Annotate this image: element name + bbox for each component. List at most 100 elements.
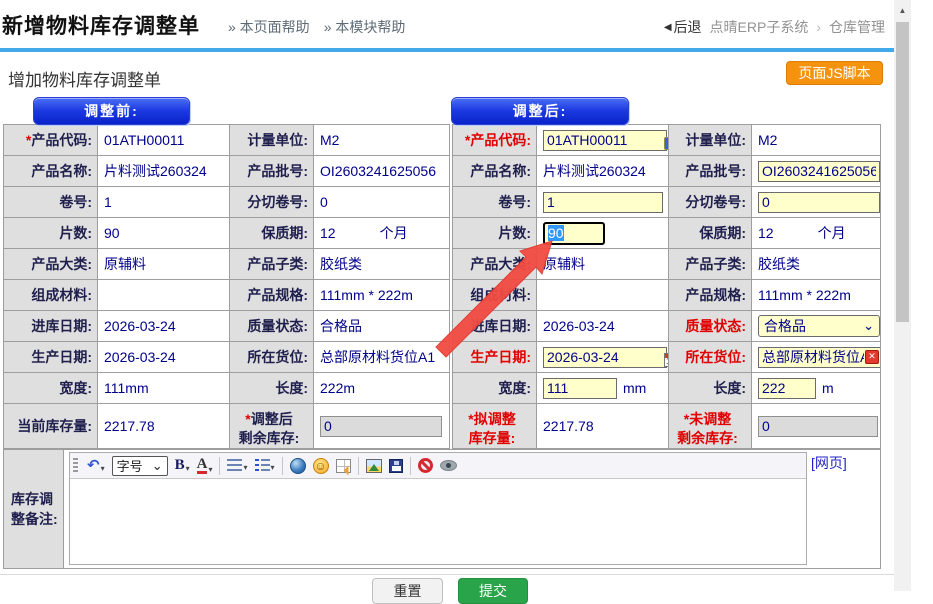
field-label: 产品大类:: [453, 249, 536, 279]
field-label: 片数:: [4, 218, 97, 248]
field-value: 12个月: [752, 218, 880, 248]
width-input[interactable]: [543, 378, 617, 399]
field-value: 胶纸类: [314, 249, 449, 279]
preview-button[interactable]: [440, 460, 457, 471]
slit-roll-number-input[interactable]: [758, 192, 880, 213]
field-label: 产品批号:: [230, 156, 313, 186]
pieces-input-focused[interactable]: 90: [543, 222, 605, 245]
scrollbar-thumb[interactable]: [896, 22, 909, 322]
tab-after-adjustment[interactable]: 调整后:: [451, 97, 629, 125]
field-label: 计量单位:: [230, 125, 313, 155]
reset-button[interactable]: 重置: [372, 578, 443, 604]
table-edit-icon: [336, 459, 351, 473]
emoticon-button[interactable]: ☺: [313, 458, 329, 474]
editor-webpage-mode-link[interactable]: [网页]: [811, 453, 847, 473]
unadjusted-remaining-readonly-input[interactable]: [758, 416, 878, 437]
field-value: 2217.78: [98, 404, 229, 448]
field-label-required: *产品代码:: [453, 125, 536, 155]
align-button[interactable]: ▾: [227, 459, 247, 472]
page-header-title: 新增物料库存调整单: [2, 10, 200, 40]
field-label: 当前库存量:: [4, 404, 97, 448]
field-label: *产品代码:: [4, 125, 97, 155]
field-label: 分切卷号:: [669, 187, 751, 217]
batch-number-input[interactable]: [758, 161, 880, 182]
field-value: m: [752, 373, 880, 403]
paste-block-button[interactable]: [418, 458, 433, 473]
drag-handle-icon[interactable]: [73, 458, 78, 474]
field-label: 长度:: [669, 373, 751, 403]
field-label: 分切卷号:: [230, 187, 313, 217]
field-label-required: *未调整 剩余库存:: [669, 404, 751, 448]
field-value: [314, 404, 449, 448]
length-input[interactable]: [758, 378, 816, 399]
field-label: 产品批号:: [669, 156, 751, 186]
field-label: 产品规格:: [230, 280, 313, 310]
globe-link-icon: [290, 458, 306, 474]
editor-content-area[interactable]: [70, 479, 806, 564]
field-value: 2026-03-24: [98, 342, 229, 372]
field-label: 进库日期:: [4, 311, 97, 341]
field-label-required: 所在货位:: [669, 342, 751, 372]
breadcrumb-separator: ›: [816, 19, 821, 35]
field-value: 90: [537, 218, 668, 248]
page-help-link[interactable]: » 本页面帮助: [228, 17, 310, 37]
scrollbar-up-arrow-icon[interactable]: ▲: [894, 2, 911, 18]
undo-button[interactable]: ↶▾: [87, 458, 105, 473]
field-value: 2026-03-24: [537, 311, 668, 341]
chevron-down-icon: ⌄: [152, 458, 163, 474]
field-value: 片料测试260324: [98, 156, 229, 186]
calendar-icon[interactable]: 15: [664, 353, 668, 367]
product-code-input[interactable]: [543, 130, 667, 151]
roll-number-input[interactable]: [543, 192, 663, 213]
form-title: 增加物料库存调整单: [8, 66, 161, 91]
submit-button[interactable]: 提交: [458, 578, 528, 604]
font-color-button[interactable]: A▾: [197, 457, 213, 474]
field-value: 15: [537, 342, 668, 372]
field-value: 222m: [314, 373, 449, 403]
ordered-list-button[interactable]: ▾: [255, 459, 275, 472]
clear-location-icon[interactable]: ✕: [865, 350, 879, 364]
storage-location-input[interactable]: [758, 347, 880, 368]
ordered-list-icon: [255, 459, 270, 472]
toolbar-divider: [358, 457, 359, 475]
notes-row: 库存调整备注: ↶▾ 字号⌄ B▾ A▾ ▾ ▾ ☺: [3, 449, 881, 569]
field-label-required: 生产日期:: [453, 342, 536, 372]
breadcrumb-current[interactable]: 仓库管理: [829, 17, 885, 37]
field-value: 胶纸类: [752, 249, 880, 279]
undo-icon: ↶: [87, 458, 100, 473]
chevron-down-icon: ⌄: [863, 318, 874, 334]
eye-icon: [440, 460, 457, 471]
module-help-link[interactable]: » 本模块帮助: [324, 17, 406, 37]
after-adjustment-table: *产品代码: ✔ 计量单位: M2 产品名称: 片料测试260324 产品批号:…: [452, 124, 881, 449]
back-button[interactable]: ◀ 后退: [664, 17, 702, 37]
product-picker-icon[interactable]: ✔: [664, 137, 668, 150]
field-label: 卷号:: [4, 187, 97, 217]
field-label: 质量状态:: [230, 311, 313, 341]
field-label: 保质期:: [230, 218, 313, 248]
field-label: 组成材料:: [453, 280, 536, 310]
production-date-input[interactable]: [543, 347, 667, 368]
breadcrumb-parent[interactable]: 点晴ERP子系统: [710, 17, 809, 37]
quality-status-select[interactable]: 合格品 ⌄: [758, 315, 880, 337]
edit-table-button[interactable]: [336, 459, 351, 473]
tab-before-adjustment[interactable]: 调整前:: [33, 97, 190, 125]
align-icon: [227, 459, 242, 472]
field-value: [537, 187, 668, 217]
breadcrumb: ◀ 后退 点晴ERP子系统 › 仓库管理: [664, 17, 885, 37]
hyperlink-button[interactable]: [290, 458, 306, 474]
insert-image-button[interactable]: [366, 459, 382, 473]
before-adjustment-table: *产品代码: 01ATH00011 计量单位: M2 产品名称: 片料测试260…: [3, 124, 450, 449]
field-label: 宽度:: [4, 373, 97, 403]
smiley-icon: ☺: [313, 458, 329, 474]
remaining-after-adjust-readonly-input[interactable]: [320, 416, 442, 437]
bold-button[interactable]: B▾: [175, 458, 190, 473]
field-value: [752, 187, 880, 217]
save-html-button[interactable]: [389, 459, 403, 473]
field-value: 111mm * 222m: [752, 280, 880, 310]
field-value: 原辅料: [98, 249, 229, 279]
font-size-select[interactable]: 字号⌄: [112, 456, 168, 476]
field-value: 片料测试260324: [537, 156, 668, 186]
page-js-script-button[interactable]: 页面JS脚本: [786, 61, 883, 85]
header-accent-strip: [0, 48, 894, 52]
vertical-scrollbar[interactable]: ▲: [894, 0, 911, 591]
